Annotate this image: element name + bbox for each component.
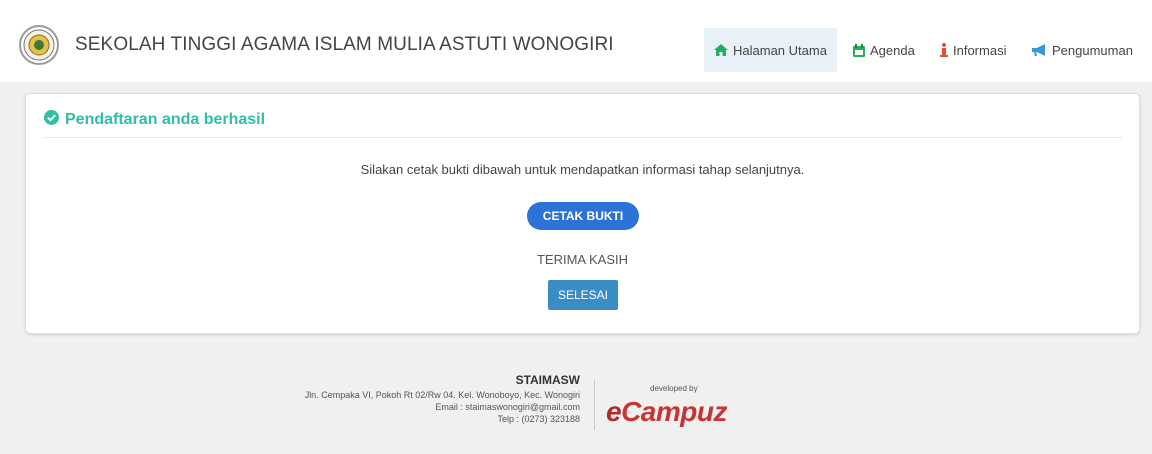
megaphone-icon xyxy=(1032,44,1047,56)
nav-agenda-label: Agenda xyxy=(870,42,915,58)
top-navbar: SEKOLAH TINGGI AGAMA ISLAM MULIA ASTUTI … xyxy=(0,0,1152,82)
footer-address: Jln. Cempaka VI, Pokoh Rt 02/Rw 04. Kel.… xyxy=(304,390,580,400)
instruction-message: Silakan cetak bukti dibawah untuk mendap… xyxy=(360,162,805,177)
footer-email: Email : staimaswonogiri@gmail.com xyxy=(435,402,580,412)
registration-success-card: Pendaftaran anda berhasil Silakan cetak … xyxy=(25,93,1140,334)
nav-home[interactable]: Halaman Utama xyxy=(704,28,837,72)
thanks-text: TERIMA KASIH xyxy=(536,252,629,267)
ecampuz-logo-rest: Campuz xyxy=(621,396,727,427)
footer-phone: Telp : (0273) 323188 xyxy=(497,414,580,424)
home-icon xyxy=(714,44,728,56)
footer-divider xyxy=(594,380,595,430)
ecampuz-logo-e: e xyxy=(606,396,622,427)
developed-by-text: developed by xyxy=(650,384,698,393)
nav-pengumuman-label: Pengumuman xyxy=(1052,42,1133,58)
institution-seal-icon[interactable] xyxy=(19,25,59,65)
site-title[interactable]: SEKOLAH TINGGI AGAMA ISLAM MULIA ASTUTI … xyxy=(75,34,614,56)
footer-address-block: STAIMASW Jln. Cempaka VI, Pokoh Rt 02/Rw… xyxy=(240,374,580,425)
card-header: Pendaftaran anda berhasil xyxy=(44,110,265,130)
nav-agenda[interactable]: Agenda xyxy=(853,28,915,72)
nav-informasi[interactable]: Informasi xyxy=(940,28,1006,72)
card-title: Pendaftaran anda berhasil xyxy=(65,111,266,128)
calendar-icon xyxy=(853,43,865,57)
print-proof-button[interactable]: CETAK BUKTI xyxy=(527,202,639,230)
finish-button[interactable]: SELESAI xyxy=(548,280,618,310)
check-circle-icon xyxy=(44,110,59,130)
card-divider xyxy=(43,137,1122,138)
nav-pengumuman[interactable]: Pengumuman xyxy=(1032,28,1133,72)
nav-informasi-label: Informasi xyxy=(953,42,1007,58)
info-icon xyxy=(940,43,948,57)
footer-name: STAIMASW xyxy=(515,373,580,387)
nav-home-label: Halaman Utama xyxy=(733,42,827,58)
ecampuz-logo[interactable]: eCampuz xyxy=(606,396,727,428)
